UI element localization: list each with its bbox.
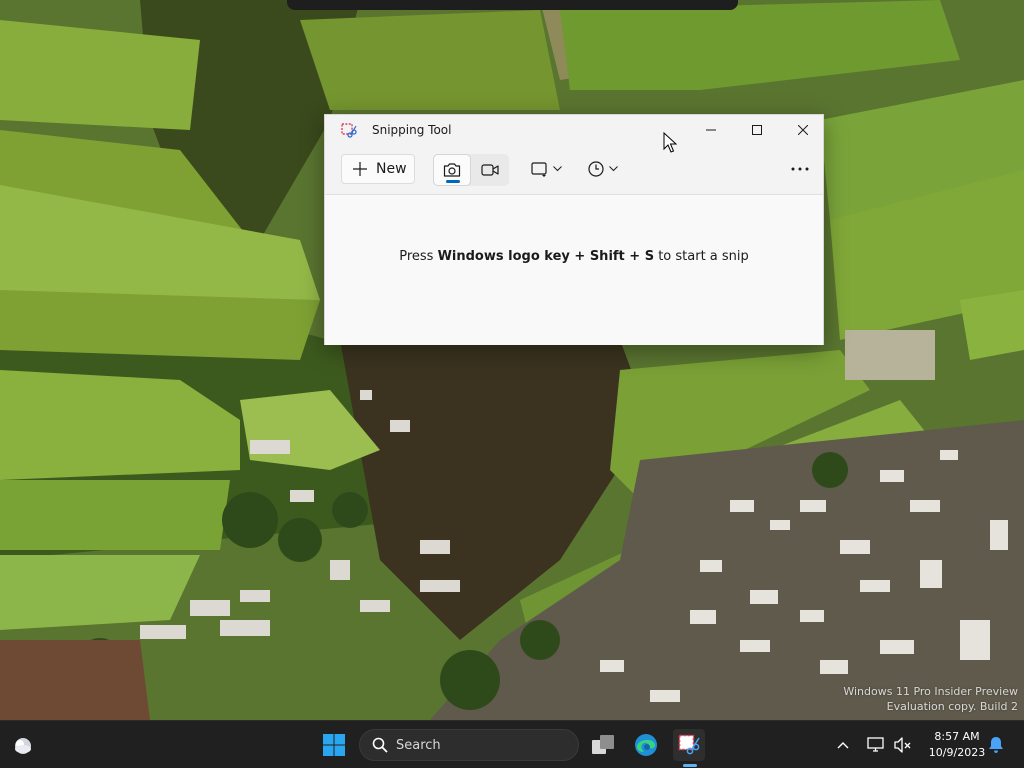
window-title: Snipping Tool	[372, 123, 452, 137]
snip-shape-dropdown[interactable]	[531, 154, 562, 184]
camera-icon	[443, 163, 461, 177]
minimize-button[interactable]	[688, 115, 734, 145]
see-more-button[interactable]	[785, 154, 815, 184]
hint-prefix: Press	[399, 249, 438, 264]
search-placeholder: Search	[396, 737, 441, 753]
weather-widget-icon[interactable]	[11, 733, 35, 757]
more-options-icon	[791, 167, 809, 171]
snipping-tool-icon	[341, 123, 357, 138]
desktop-wallpaper	[0, 0, 1024, 720]
snipping-tool-icon	[678, 734, 700, 755]
edge-icon	[635, 734, 657, 756]
windows-logo-icon	[323, 734, 345, 756]
running-app-indicator	[683, 764, 697, 767]
screenshot-mode-button[interactable]	[433, 154, 471, 186]
taskbar-search-box[interactable]: Search	[359, 729, 579, 761]
new-snip-label: New	[376, 161, 407, 177]
mouse-cursor-icon	[663, 132, 677, 153]
snipping-tool-taskbar-button[interactable]	[673, 729, 705, 761]
close-button[interactable]	[780, 115, 826, 145]
show-hidden-icons-chevron-icon[interactable]	[836, 735, 850, 755]
start-button[interactable]	[318, 729, 350, 761]
watermark-line-2: Evaluation copy. Build 2	[886, 700, 1018, 713]
maximize-button[interactable]	[734, 115, 780, 145]
new-snip-button[interactable]: New	[341, 154, 415, 184]
snipping-tool-window[interactable]: Snipping Tool New Press Windows logo key…	[324, 114, 824, 345]
start-snip-hint: Press Windows logo key + Shift + S to st…	[325, 249, 823, 264]
volume-muted-icon[interactable]	[893, 735, 913, 755]
snap-layout-bar	[287, 0, 738, 10]
watermark: Windows 11 Pro Insider Preview Evaluatio…	[843, 684, 1018, 714]
taskbar: Search 8:57 AM 10/9/2023	[0, 720, 1024, 768]
maximize-icon	[752, 125, 762, 135]
title-bar[interactable]: Snipping Tool	[325, 115, 823, 147]
record-mode-button[interactable]	[471, 154, 509, 186]
clock-date: 10/9/2023	[928, 746, 986, 759]
task-view-button[interactable]	[587, 729, 619, 761]
toolbar: New	[325, 151, 823, 191]
edge-browser-button[interactable]	[630, 729, 662, 761]
snip-delay-dropdown[interactable]	[587, 154, 618, 184]
hint-suffix: to start a snip	[654, 249, 749, 264]
hint-shortcut: Windows logo key + Shift + S	[437, 249, 655, 264]
clock-icon	[588, 161, 604, 177]
close-icon	[798, 125, 808, 135]
snip-content-area: Press Windows logo key + Shift + S to st…	[325, 195, 823, 345]
selected-mode-indicator	[446, 180, 460, 183]
rectangle-snip-icon	[531, 162, 547, 177]
minimize-icon	[706, 129, 716, 131]
task-view-icon	[592, 735, 614, 754]
desktop[interactable]: Windows 11 Pro Insider Preview Evaluatio…	[0, 0, 1024, 720]
plus-icon	[353, 162, 367, 176]
notification-bell-icon[interactable]	[988, 736, 1004, 754]
taskbar-clock[interactable]: 8:57 AM 10/9/2023	[924, 729, 990, 761]
watermark-line-1: Windows 11 Pro Insider Preview	[843, 685, 1018, 698]
clock-time: 8:57 AM	[934, 730, 980, 743]
chevron-down-icon	[553, 166, 562, 172]
search-icon	[372, 737, 388, 753]
capture-mode-toggle	[433, 154, 509, 186]
chevron-down-icon	[609, 166, 618, 172]
video-camera-icon	[481, 164, 499, 176]
network-icon[interactable]	[866, 735, 886, 755]
